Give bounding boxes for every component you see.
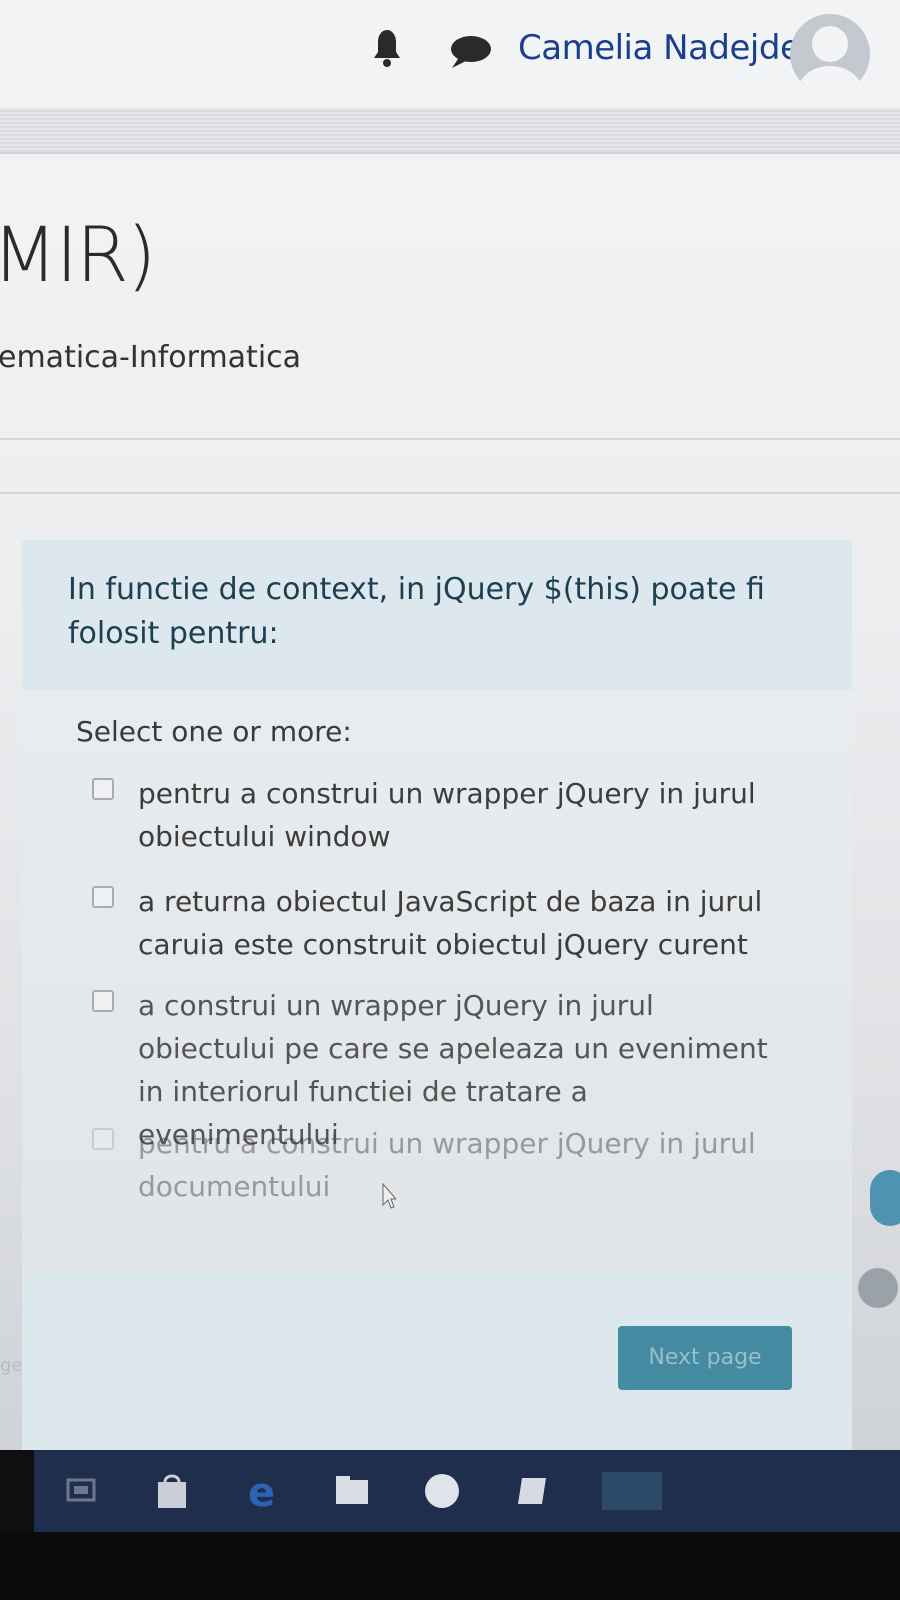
mouse-cursor-icon — [382, 1183, 396, 1209]
screen-bezel — [0, 1450, 34, 1532]
side-widget-icon[interactable] — [858, 1268, 898, 1308]
course-title: MIR) — [0, 210, 156, 299]
user-avatar-icon[interactable] — [790, 14, 870, 94]
nav-divider — [0, 108, 900, 154]
quiz-page: Camelia Nadejde MIR) ematica-Informatica… — [0, 0, 900, 1520]
option-checkbox[interactable] — [92, 990, 114, 1012]
question-text: In functie de context, in jQuery $(this)… — [68, 572, 765, 651]
option-label[interactable]: a returna obiectul JavaScript de baza in… — [138, 880, 778, 966]
active-app-icon[interactable] — [602, 1472, 662, 1510]
nav-divider-line — [0, 152, 900, 154]
option-checkbox[interactable] — [92, 1128, 114, 1150]
next-page-button[interactable]: Next page — [618, 1326, 792, 1390]
course-breadcrumb[interactable]: ematica-Informatica — [0, 340, 301, 375]
bell-icon[interactable] — [372, 28, 402, 68]
top-navbar: Camelia Nadejde — [0, 0, 900, 100]
divider — [0, 492, 900, 494]
windows-taskbar: e — [34, 1450, 900, 1532]
previous-link-fragment[interactable]: ge — [0, 1355, 23, 1376]
user-menu-name[interactable]: Camelia Nadejde — [518, 28, 801, 68]
answer-prompt: Select one or more: — [76, 715, 352, 748]
svg-text:e: e — [248, 1472, 275, 1510]
option-checkbox[interactable] — [92, 778, 114, 800]
file-explorer-icon[interactable] — [332, 1472, 372, 1510]
task-view-icon[interactable] — [62, 1472, 102, 1510]
chat-bubble-icon[interactable] — [446, 34, 492, 70]
option-checkbox[interactable] — [92, 886, 114, 908]
store-bag-icon[interactable] — [152, 1472, 192, 1510]
divider — [0, 438, 900, 440]
app-diamond-icon[interactable] — [512, 1472, 552, 1510]
option-label[interactable]: pentru a construi un wrapper jQuery in j… — [138, 1122, 778, 1208]
app-circle-icon[interactable] — [422, 1472, 462, 1510]
screen-bezel — [0, 1532, 900, 1600]
option-label[interactable]: pentru a construi un wrapper jQuery in j… — [138, 772, 778, 858]
edge-browser-icon[interactable]: e — [242, 1472, 282, 1510]
side-widget-icon[interactable] — [870, 1170, 900, 1226]
